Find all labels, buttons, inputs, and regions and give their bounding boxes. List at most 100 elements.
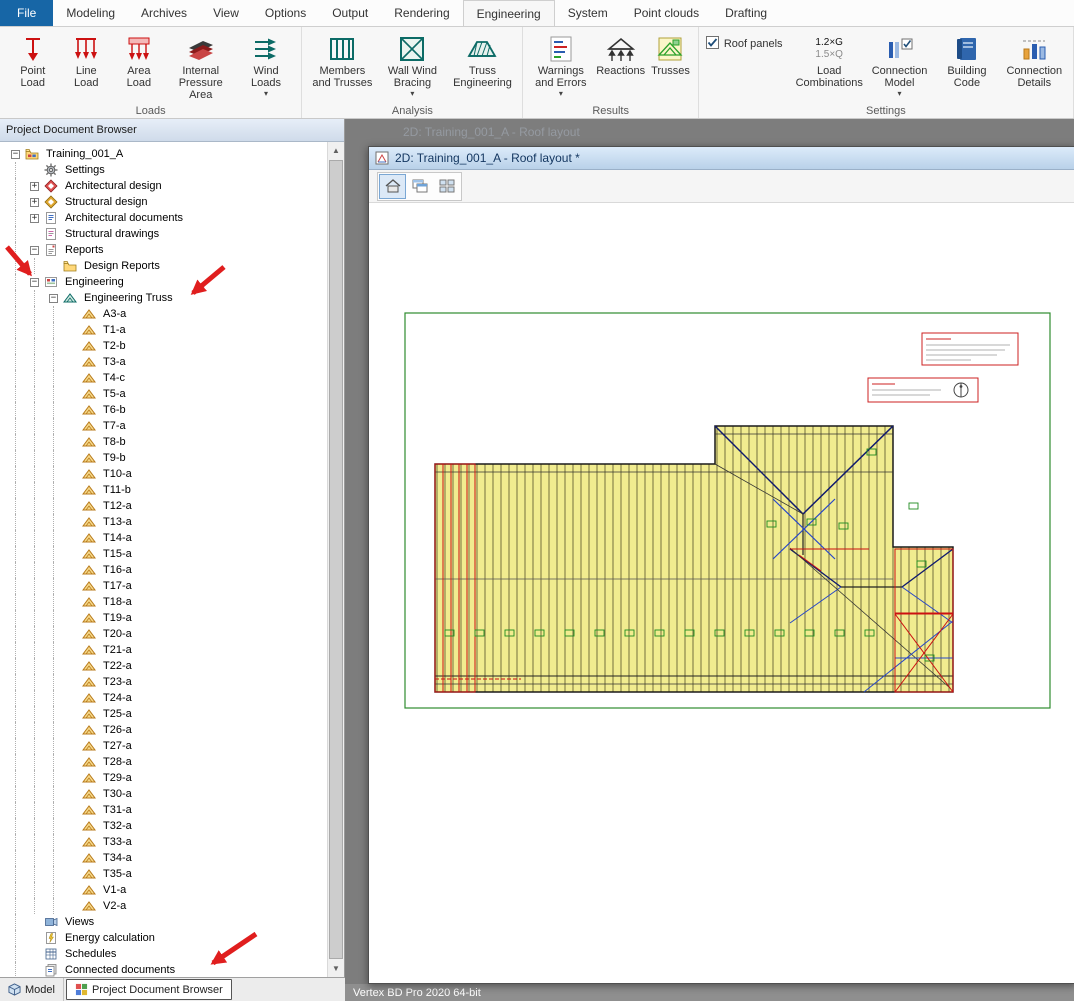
tree-item-a3-a[interactable]: A3-a — [6, 306, 327, 322]
load-combinations-button[interactable]: 1.2×G1.5×QLoad Combinations — [794, 30, 865, 89]
tree-item-t14-a[interactable]: T14-a — [6, 530, 327, 546]
tree-item-t30-a[interactable]: T30-a — [6, 786, 327, 802]
tree-item-t25-a[interactable]: T25-a — [6, 706, 327, 722]
line-load-button[interactable]: Line Load — [62, 30, 111, 89]
tree-item-t16-a[interactable]: T16-a — [6, 562, 327, 578]
tree-item-t28-a[interactable]: T28-a — [6, 754, 327, 770]
scroll-down-icon[interactable]: ▼ — [328, 960, 344, 977]
point-load-button[interactable]: Point Load — [6, 30, 60, 89]
menu-tab-engineering[interactable]: Engineering — [463, 0, 555, 26]
ribbon-group-label: Settings — [699, 105, 1073, 117]
drawing-canvas[interactable] — [369, 203, 1074, 983]
tree-item-t20-a[interactable]: T20-a — [6, 626, 327, 642]
tree-item-t33-a[interactable]: T33-a — [6, 834, 327, 850]
tree-item-design-reports[interactable]: Design Reports — [6, 258, 327, 274]
expand-toggle-icon[interactable]: + — [30, 198, 39, 207]
menu-tab-drafting[interactable]: Drafting — [712, 0, 780, 26]
scroll-up-icon[interactable]: ▲ — [328, 142, 344, 159]
tree-item-t18-a[interactable]: T18-a — [6, 594, 327, 610]
tree-item-t11-b[interactable]: T11-b — [6, 482, 327, 498]
tree-item-t6-b[interactable]: T6-b — [6, 402, 327, 418]
tab-model[interactable]: Model — [0, 978, 64, 1001]
tree-item-t21-a[interactable]: T21-a — [6, 642, 327, 658]
tree-item-t29-a[interactable]: T29-a — [6, 770, 327, 786]
reactions-button[interactable]: Reactions — [594, 30, 647, 77]
building-code-button[interactable]: Building Code — [934, 30, 999, 89]
menu-tab-view[interactable]: View — [200, 0, 252, 26]
menu-tab-point-clouds[interactable]: Point clouds — [621, 0, 712, 26]
tree-item-t13-a[interactable]: T13-a — [6, 514, 327, 530]
tree-item-t35-a[interactable]: T35-a — [6, 866, 327, 882]
expand-toggle-icon[interactable]: + — [30, 182, 39, 191]
tree-item-t26-a[interactable]: T26-a — [6, 722, 327, 738]
menu-tab-archives[interactable]: Archives — [128, 0, 200, 26]
tree-item-engineering[interactable]: −Engineering — [6, 274, 327, 290]
internal-pressure-area-button[interactable]: Internal Pressure Area — [167, 30, 235, 101]
expand-toggle-icon[interactable]: + — [30, 214, 39, 223]
tree-item-views[interactable]: Views — [6, 914, 327, 930]
tree-item-t15-a[interactable]: T15-a — [6, 546, 327, 562]
tree-item-t8-b[interactable]: T8-b — [6, 434, 327, 450]
tree-item-t12-a[interactable]: T12-a — [6, 498, 327, 514]
collapse-toggle-icon[interactable]: − — [30, 246, 39, 255]
tree-item-t17-a[interactable]: T17-a — [6, 578, 327, 594]
menu-tab-rendering[interactable]: Rendering — [381, 0, 462, 26]
menu-tab-file[interactable]: File — [0, 0, 53, 26]
tree-item-reports[interactable]: −Reports — [6, 242, 327, 258]
tree-item-t24-a[interactable]: T24-a — [6, 690, 327, 706]
new-window-button[interactable] — [406, 174, 433, 199]
connection-model-button[interactable]: Connection Model▾ — [867, 30, 932, 98]
roof-panels-checkbox[interactable]: Roof panels — [706, 36, 783, 52]
tab-project-document-browser[interactable]: Project Document Browser — [66, 979, 232, 1000]
warnings-and-errors-button[interactable]: Warnings and Errors▾ — [529, 30, 592, 98]
tree-scrollbar[interactable]: ▲ ▼ — [327, 142, 344, 977]
tree-item-t31-a[interactable]: T31-a — [6, 802, 327, 818]
truss-engineering-button[interactable]: Truss Engineering — [448, 30, 516, 89]
tree-item-t23-a[interactable]: T23-a — [6, 674, 327, 690]
truss-icon — [82, 355, 98, 369]
tree-item-t34-a[interactable]: T34-a — [6, 850, 327, 866]
collapse-toggle-icon[interactable]: − — [49, 294, 58, 303]
menu-tab-options[interactable]: Options — [252, 0, 319, 26]
tree-item-t4-c[interactable]: T4-c — [6, 370, 327, 386]
tree-item-t5-a[interactable]: T5-a — [6, 386, 327, 402]
tree-item-t27-a[interactable]: T27-a — [6, 738, 327, 754]
scrollbar-thumb[interactable] — [329, 160, 343, 959]
tree-item-t7-a[interactable]: T7-a — [6, 418, 327, 434]
tree-item-v1-a[interactable]: V1-a — [6, 882, 327, 898]
tree-item-t1-a[interactable]: T1-a — [6, 322, 327, 338]
drawing-window-titlebar[interactable]: 2D: Training_001_A - Roof layout * — [369, 147, 1074, 170]
tree-item-settings[interactable]: Settings — [6, 162, 327, 178]
tree-item-architectural-documents[interactable]: +Architectural documents — [6, 210, 327, 226]
tree-item-structural-drawings[interactable]: Structural drawings — [6, 226, 327, 242]
connection-details-button[interactable]: Connection Details — [1002, 30, 1067, 89]
collapse-toggle-icon[interactable]: − — [11, 150, 20, 159]
tree-item-engineering-truss[interactable]: −Engineering Truss — [6, 290, 327, 306]
tree-item-energy-calculation[interactable]: Energy calculation — [6, 930, 327, 946]
wall-wind-bracing-button[interactable]: Wall Wind Bracing▾ — [378, 30, 446, 98]
tree-item-schedules[interactable]: Schedules — [6, 946, 327, 962]
menu-tab-output[interactable]: Output — [319, 0, 381, 26]
area-load-button[interactable]: Area Load — [113, 30, 165, 89]
model-view-button[interactable] — [379, 174, 406, 199]
tree-item-training-001-a[interactable]: −Training_001_A — [6, 146, 327, 162]
inactive-window-title[interactable]: 2D: Training_001_A - Roof layout — [403, 125, 580, 139]
tree-item-t22-a[interactable]: T22-a — [6, 658, 327, 674]
tree-item-t3-a[interactable]: T3-a — [6, 354, 327, 370]
tree-item-t2-b[interactable]: T2-b — [6, 338, 327, 354]
tree-item-t32-a[interactable]: T32-a — [6, 818, 327, 834]
tree-item-v2-a[interactable]: V2-a — [6, 898, 327, 914]
tree-item-architectural-design[interactable]: +Architectural design — [6, 178, 327, 194]
members-and-trusses-button[interactable]: Members and Trusses — [308, 30, 376, 89]
tree-item-structural-design[interactable]: +Structural design — [6, 194, 327, 210]
tile-windows-button[interactable] — [433, 174, 460, 199]
tree-item-t19-a[interactable]: T19-a — [6, 610, 327, 626]
menu-tab-modeling[interactable]: Modeling — [53, 0, 128, 26]
tree-item-connected-documents[interactable]: Connected documents — [6, 962, 327, 977]
tree-item-t10-a[interactable]: T10-a — [6, 466, 327, 482]
collapse-toggle-icon[interactable]: − — [30, 278, 39, 287]
tree-item-t9-b[interactable]: T9-b — [6, 450, 327, 466]
trusses-button[interactable]: Trusses — [649, 30, 692, 77]
wind-loads-button[interactable]: Wind Loads▾ — [237, 30, 296, 98]
menu-tab-system[interactable]: System — [555, 0, 621, 26]
